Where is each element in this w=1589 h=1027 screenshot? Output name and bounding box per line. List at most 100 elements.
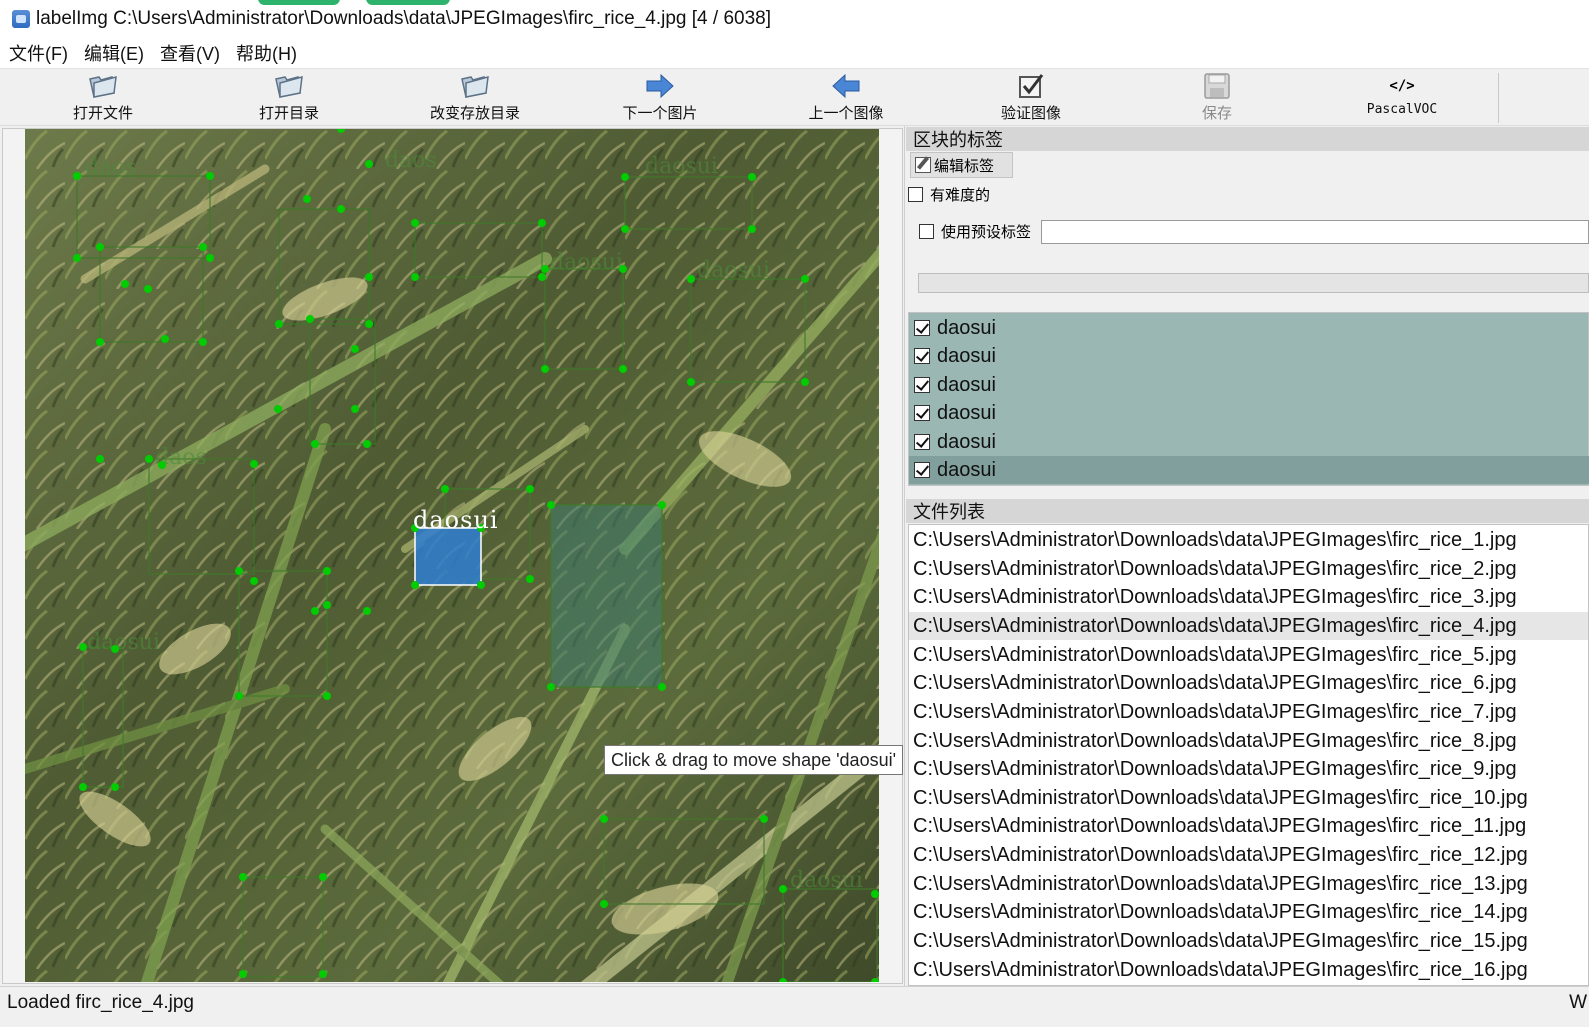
right-panel: 区块的标签 编辑标签 有难度的 使用预设标签 daosui daosui dao… (906, 126, 1589, 986)
file-list-item[interactable]: C:\Users\Administrator\Downloads\data\JP… (909, 755, 1588, 783)
label-list-item[interactable]: daosui (909, 314, 1589, 342)
file-list-item[interactable]: C:\Users\Administrator\Downloads\data\JP… (909, 956, 1588, 984)
open-dir-button[interactable]: 打开目录 (229, 71, 349, 125)
checkbox-verify-icon (1013, 71, 1049, 101)
svg-text:daos: daos (385, 148, 437, 173)
format-toggle-button[interactable]: </> PascalVOC (1342, 71, 1462, 125)
menu-edit[interactable]: 编辑(E) (76, 40, 152, 66)
label-list-item-text: daosui (937, 344, 996, 367)
folder-open-icon (85, 71, 121, 101)
svg-text:daosui: daosui (87, 630, 160, 655)
file-list-item[interactable]: C:\Users\Administrator\Downloads\data\JP… (909, 583, 1588, 611)
file-list-item[interactable]: C:\Users\Administrator\Downloads\data\JP… (909, 870, 1588, 898)
edit-label-button[interactable]: 编辑标签 (910, 152, 1013, 178)
label-list-item[interactable]: daosui (909, 399, 1589, 427)
default-label-input[interactable] (1041, 220, 1589, 244)
floppy-disk-icon (1199, 71, 1235, 101)
prev-image-button[interactable]: 上一个图像 (786, 71, 906, 125)
menu-help[interactable]: 帮助(H) (228, 40, 305, 66)
label-list-item-text: daosui (937, 316, 996, 339)
format-label: PascalVOC (1366, 102, 1438, 117)
svg-text:daosui: daosui (550, 250, 623, 275)
next-image-button[interactable]: 下一个图片 (600, 71, 720, 125)
label-list-item[interactable]: daosui (909, 428, 1589, 456)
status-message: Loaded firc_rice_4.jpg (7, 992, 194, 1013)
image-canvas[interactable]: daos daos daosui daosui daosui daos daos… (25, 129, 879, 982)
code-icon: </> (1389, 78, 1415, 94)
status-bar: Loaded firc_rice_4.jpg W (0, 986, 1589, 1027)
label-list-item[interactable]: daosui (909, 371, 1589, 399)
verify-image-label: 验证图像 (1000, 105, 1061, 122)
default-label-combobox[interactable] (918, 273, 1589, 293)
use-default-label-checkbox[interactable] (919, 224, 934, 239)
menu-file[interactable]: 文件(F) (1, 40, 76, 66)
status-right-text: W (1569, 992, 1587, 1013)
file-list-item[interactable]: C:\Users\Administrator\Downloads\data\JP… (909, 898, 1588, 926)
window-title: labelImg C:\Users\Administrator\Download… (36, 8, 771, 29)
file-list-item-selected[interactable]: C:\Users\Administrator\Downloads\data\JP… (909, 612, 1588, 640)
verify-image-button[interactable]: 验证图像 (971, 71, 1091, 125)
use-default-label-row[interactable]: 使用预设标签 (919, 221, 1031, 242)
taskbar-tab-indicator (366, 0, 450, 5)
menu-bar: 文件(F) 编辑(E) 查看(V) 帮助(H) (0, 38, 1589, 68)
label-visible-checkbox[interactable] (914, 320, 930, 336)
label-visible-checkbox[interactable] (914, 462, 930, 478)
label-visible-checkbox[interactable] (914, 434, 930, 450)
svg-text:daosui: daosui (697, 258, 770, 283)
change-save-dir-button[interactable]: 改变存放目录 (415, 71, 535, 125)
save-label: 保存 (1201, 105, 1232, 122)
file-list-item[interactable]: C:\Users\Administrator\Downloads\data\JP… (909, 812, 1588, 840)
label-visible-checkbox[interactable] (914, 405, 930, 421)
open-dir-label: 打开目录 (258, 105, 319, 122)
file-list[interactable]: C:\Users\Administrator\Downloads\data\JP… (908, 524, 1589, 986)
save-button[interactable]: 保存 (1157, 71, 1277, 125)
menu-view[interactable]: 查看(V) (152, 40, 228, 66)
label-list-item-text: daosui (937, 373, 996, 396)
taskbar-tab-indicator (258, 0, 340, 5)
file-list-item[interactable]: C:\Users\Administrator\Downloads\data\JP… (909, 927, 1588, 955)
selected-box-label: daosui (413, 506, 499, 534)
file-list-item[interactable]: C:\Users\Administrator\Downloads\data\JP… (909, 841, 1588, 869)
file-list-item[interactable]: C:\Users\Administrator\Downloads\data\JP… (909, 555, 1588, 583)
next-image-label: 下一个图片 (622, 105, 698, 122)
label-visible-checkbox[interactable] (914, 377, 930, 393)
title-bar: labelImg C:\Users\Administrator\Download… (0, 0, 1589, 38)
folder-open-icon (271, 71, 307, 101)
arrow-right-icon (642, 71, 678, 101)
file-list-item[interactable]: C:\Users\Administrator\Downloads\data\JP… (909, 784, 1588, 812)
difficult-label: 有难度的 (930, 187, 991, 204)
change-save-dir-label: 改变存放目录 (429, 105, 520, 122)
rice-field-photo: daos daos daosui daosui daosui daos daos… (25, 129, 879, 982)
open-file-label: 打开文件 (72, 105, 133, 122)
label-list[interactable]: daosui daosui daosui daosui daosui daosu… (908, 312, 1589, 486)
edit-label-text: 编辑标签 (934, 157, 995, 175)
label-visible-checkbox[interactable] (914, 348, 930, 364)
svg-text:daosui: daosui (790, 868, 863, 893)
box-labels-dock-title: 区块的标签 (906, 127, 1589, 151)
pencil-icon (915, 157, 931, 173)
difficult-checkbox-row[interactable]: 有难度的 (908, 184, 990, 205)
label-list-item[interactable]: daosui (909, 342, 1589, 370)
arrow-left-icon (828, 71, 864, 101)
difficult-checkbox[interactable] (908, 187, 923, 202)
toolbar: 打开文件 打开目录 改变存放目录 下一个图片 上一个图像 验证图像 保存 </>… (0, 68, 1589, 126)
folder-open-icon (457, 71, 493, 101)
open-file-button[interactable]: 打开文件 (43, 71, 163, 125)
label-list-item-text: daosui (937, 401, 996, 424)
toolbar-separator (1498, 73, 1499, 123)
svg-text:daos: daos (85, 155, 137, 180)
file-list-item[interactable]: C:\Users\Administrator\Downloads\data\JP… (909, 641, 1588, 669)
label-list-item-text: daosui (937, 430, 996, 453)
prev-image-label: 上一个图像 (808, 105, 884, 122)
file-list-item[interactable]: C:\Users\Administrator\Downloads\data\JP… (909, 669, 1588, 697)
labelimg-window: labelImg C:\Users\Administrator\Download… (0, 0, 1589, 1027)
file-list-item[interactable]: C:\Users\Administrator\Downloads\data\JP… (909, 727, 1588, 755)
label-list-item-selected[interactable]: daosui (909, 456, 1589, 484)
file-list-item[interactable]: C:\Users\Administrator\Downloads\data\JP… (909, 698, 1588, 726)
file-list-dock-title: 文件列表 (906, 499, 1589, 523)
file-list-item[interactable]: C:\Users\Administrator\Downloads\data\JP… (909, 526, 1588, 554)
labelimg-app-icon (12, 10, 30, 28)
tooltip: Click & drag to move shape 'daosui' (604, 745, 904, 775)
canvas-area[interactable]: daos daos daosui daosui daosui daos daos… (0, 126, 905, 986)
label-list-item-text: daosui (937, 458, 996, 481)
